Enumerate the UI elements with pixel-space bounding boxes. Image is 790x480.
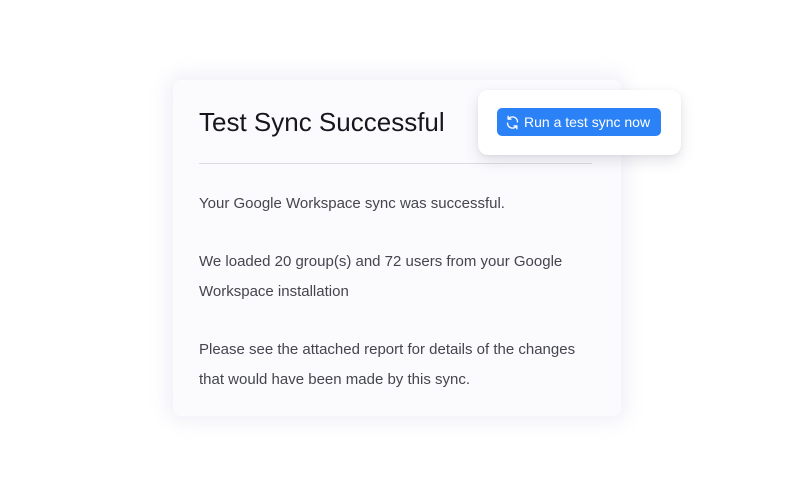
load-summary: We loaded 20 group(s) and 72 users from … (199, 253, 563, 300)
action-popover: Run a test sync now (478, 90, 681, 155)
divider (199, 163, 592, 164)
sync-result-body: Your Google Workspace sync was successfu… (199, 189, 589, 395)
run-test-sync-button[interactable]: Run a test sync now (497, 108, 661, 136)
stage: Test Sync Successful Your Google Workspa… (0, 0, 790, 480)
run-test-sync-label: Run a test sync now (524, 114, 651, 130)
refresh-icon (505, 115, 520, 130)
report-note: Please see the attached report for detai… (199, 341, 576, 388)
page-title: Test Sync Successful (199, 107, 445, 137)
success-message: Your Google Workspace sync was successfu… (199, 195, 505, 212)
